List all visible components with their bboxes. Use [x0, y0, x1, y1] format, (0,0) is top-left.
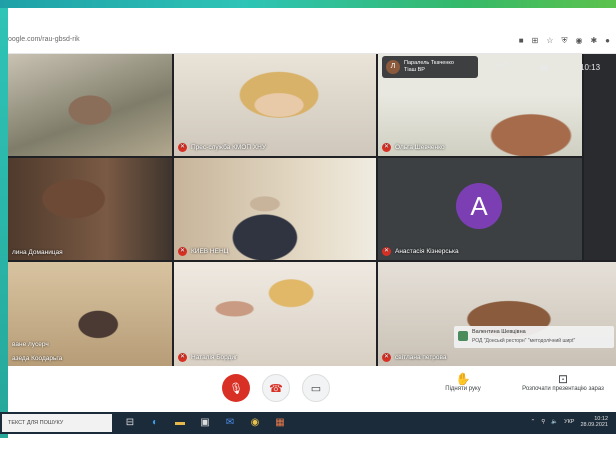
participant-name: ✕ Анастасія Кізнерська: [382, 247, 459, 256]
mic-off-icon: ✕: [382, 143, 391, 152]
hand-icon: ✋: [455, 372, 471, 386]
end-call-button[interactable]: ☎: [262, 374, 290, 402]
address-bar[interactable]: oogle.com/rau-gbsd-rik: [8, 36, 80, 43]
mic-off-icon: ✕: [178, 353, 187, 362]
present-screen-icon: ⊡: [557, 372, 569, 386]
camera-icon: ▭: [310, 382, 322, 395]
key-icon[interactable]: ■: [519, 35, 524, 47]
participant-name: ✕ КИЕВ НЕНЦ: [178, 247, 229, 256]
presenter-label: Паралель Ткаченко Тіаш ВР: [404, 60, 454, 73]
participant-name: азеда Коодарьга: [12, 355, 63, 362]
window-frame-left: [0, 8, 8, 438]
translate-icon[interactable]: ⊞: [532, 35, 539, 47]
taskbar-apps: ⊟ ◐ ▬ ▣ ✉ ◉ ▦: [122, 415, 288, 431]
task-view-icon[interactable]: ⊟: [122, 415, 138, 431]
shield-icon[interactable]: ◉: [575, 35, 582, 47]
camera-toggle-button[interactable]: ▭: [302, 374, 330, 402]
mic-off-icon: ✕: [382, 353, 391, 362]
volume-icon[interactable]: 🔈: [551, 419, 558, 425]
profile-icon[interactable]: ●: [605, 35, 610, 47]
mic-off-icon: ✕: [178, 143, 187, 152]
network-icon[interactable]: ⚲: [541, 419, 545, 425]
present-label: Розпочати презентацію зараз: [522, 386, 604, 392]
participant-tile[interactable]: лина Доманицая: [8, 158, 172, 260]
taskbar-search-input[interactable]: ТЕКСТ ДЛЯ ПОШУКУ: [2, 414, 112, 432]
meeting-clock: 10:13: [580, 62, 601, 72]
participant-name: ✕ Прес-служба КМОП ХНУ: [178, 143, 266, 152]
participant-name: ✕ Наталія Бордиг: [178, 353, 238, 362]
screen-share-icon: [458, 331, 468, 341]
mic-off-icon: ✕: [382, 247, 391, 256]
hang-up-icon: ☎: [269, 382, 283, 395]
notice-body: РОД "Донськй ресторн" "методолічний ширt…: [472, 338, 576, 344]
store-icon[interactable]: ▣: [197, 415, 213, 431]
raise-hand-label: Підняти руку: [445, 386, 481, 392]
participant-tile[interactable]: ване лусерч азеда Коодарьга: [8, 262, 172, 366]
present-now-button[interactable]: ⊡ Розпочати презентацію зараз: [508, 372, 616, 392]
browser-toolbar: oogle.com/rau-gbsd-rik ■ ⊞ ☆ ⛨ ◉ ✱ ●: [8, 30, 616, 54]
participant-tile[interactable]: [8, 54, 172, 156]
tray-up-icon[interactable]: ⌃: [531, 419, 536, 425]
system-tray: ⌃ ⚲ 🔈 УКР 10:12 28.09.2021: [531, 416, 608, 428]
participant-name: ✕ Ольга Шевченко: [382, 143, 445, 152]
mic-off-icon: ✕: [178, 247, 187, 256]
puzzle-icon[interactable]: ✱: [590, 35, 597, 47]
people-icon[interactable]: ⚇89: [496, 62, 509, 72]
mail-app-icon[interactable]: ✉: [222, 415, 238, 431]
participant-name: ✕ світлана петрова: [382, 353, 447, 362]
avatar: A: [456, 183, 502, 229]
participant-tile[interactable]: A ✕ Анастасія Кізнерська: [378, 158, 582, 260]
participant-tile[interactable]: ✕ Наталія Бордиг: [174, 262, 376, 366]
participant-name: ване лусерч: [12, 341, 49, 348]
mic-off-icon: 🎙: [229, 382, 243, 395]
meeting-top-bar: ⚇89 ▤ 10:13: [480, 56, 616, 78]
os-taskbar: ТЕКСТ ДЛЯ ПОШУКУ ⊟ ◐ ▬ ▣ ✉ ◉ ▦ ⌃ ⚲ 🔈 УКР…: [0, 412, 616, 434]
participant-tile[interactable]: ✕ світлана петрова: [378, 262, 616, 366]
participant-tile[interactable]: ✕ КИЕВ НЕНЦ: [174, 158, 376, 260]
meeting-grid: ✕ Прес-служба КМОП ХНУ ✕ Ольга Шевченко …: [8, 54, 616, 366]
raise-hand-button[interactable]: ✋ Підняти руку: [440, 372, 486, 392]
chrome-icon[interactable]: ◉: [247, 415, 263, 431]
meeting-controls: 🎙 ☎ ▭ ✋ Підняти руку ⊡ Розпочати презент…: [8, 366, 616, 412]
extension-icon[interactable]: ⛨: [561, 35, 567, 47]
window-frame-top: [0, 0, 616, 8]
notice-title: Валентина Шевцівна: [472, 329, 526, 335]
edge-icon[interactable]: ◐: [147, 415, 163, 431]
presenter-avatar: Л: [386, 60, 400, 74]
browser-toolbar-icons: ■ ⊞ ☆ ⛨ ◉ ✱ ●: [519, 35, 610, 47]
taskbar-clock[interactable]: 10:12 28.09.2021: [580, 416, 608, 428]
language-indicator[interactable]: УКР: [564, 419, 574, 425]
participant-name: лина Доманицая: [12, 249, 63, 256]
star-icon[interactable]: ☆: [546, 35, 553, 47]
participants-count: 89: [503, 62, 509, 69]
participant-tile[interactable]: ✕ Прес-служба КМОП ХНУ: [174, 54, 376, 156]
mail-icon[interactable]: ▬: [172, 415, 188, 431]
participant-notice[interactable]: Валентина Шевцівна РОД "Донськй ресторн"…: [454, 326, 614, 348]
mic-toggle-button[interactable]: 🎙: [222, 374, 250, 402]
presenter-chip[interactable]: Л Паралель Ткаченко Тіаш ВР: [382, 56, 478, 78]
side-strip: [584, 54, 616, 260]
chat-icon[interactable]: ▤: [541, 63, 549, 72]
app-icon[interactable]: ▦: [272, 415, 288, 431]
